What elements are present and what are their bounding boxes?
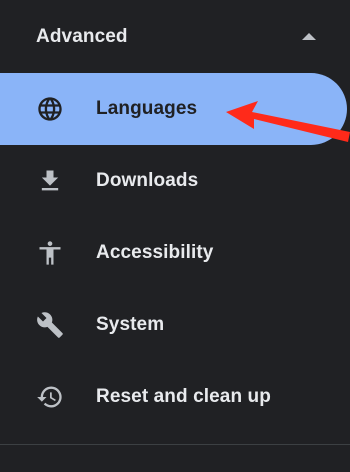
- sidebar-item-downloads[interactable]: Downloads: [0, 145, 350, 217]
- section-divider: [0, 444, 350, 445]
- globe-icon: [36, 95, 64, 123]
- sidebar-item-label: Downloads: [96, 170, 199, 191]
- sidebar-item-label: Languages: [96, 98, 198, 119]
- sidebar-item-label: Reset and clean up: [96, 386, 271, 407]
- sidebar-item-system[interactable]: System: [0, 289, 350, 361]
- download-icon: [36, 167, 64, 195]
- accessibility-icon: [36, 239, 64, 267]
- chevron-up-icon: [302, 33, 316, 40]
- sidebar-item-label: Accessibility: [96, 242, 214, 263]
- sidebar-item-languages[interactable]: Languages: [0, 73, 347, 145]
- wrench-icon: [36, 311, 64, 339]
- sidebar-item-accessibility[interactable]: Accessibility: [0, 217, 350, 289]
- sidebar-item-label: System: [96, 314, 165, 335]
- advanced-section-toggle[interactable]: Advanced: [0, 0, 350, 72]
- sidebar-item-reset[interactable]: Reset and clean up: [0, 361, 350, 433]
- advanced-section-title: Advanced: [36, 26, 128, 47]
- settings-sidebar: Advanced Languages Downloads Accessibili…: [0, 0, 350, 472]
- restore-icon: [36, 383, 64, 411]
